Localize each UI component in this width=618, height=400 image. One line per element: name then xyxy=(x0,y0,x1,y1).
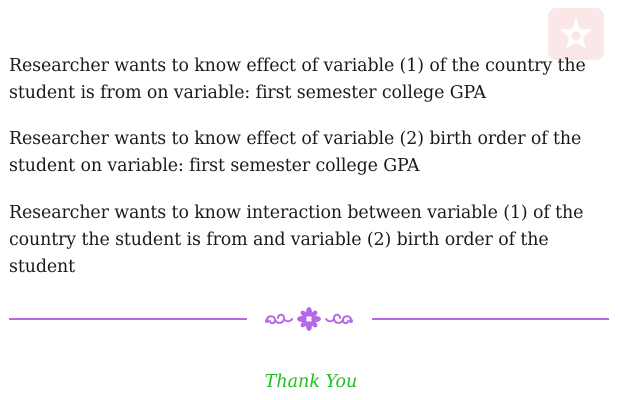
divider-line-left xyxy=(9,318,247,320)
paragraph-country-effect: Researcher wants to know effect of varia… xyxy=(9,56,586,103)
floral-ornament-icon xyxy=(265,307,353,331)
thank-you-text: Thank You xyxy=(264,372,358,392)
paragraph-interaction: Researcher wants to know interaction bet… xyxy=(9,203,584,277)
divider-line-right xyxy=(372,318,609,320)
paragraph-birth-order-effect: Researcher wants to know effect of varia… xyxy=(9,129,582,176)
